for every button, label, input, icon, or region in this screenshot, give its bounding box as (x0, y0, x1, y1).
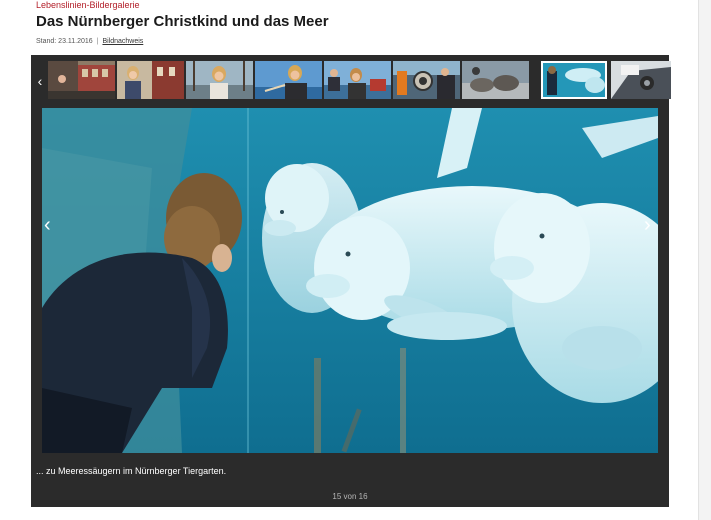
thumbnail-image (462, 61, 529, 99)
thumbnail-image (48, 61, 115, 99)
thumbnail-5[interactable] (324, 61, 391, 99)
chevron-left-icon: ‹ (44, 214, 51, 236)
thumbnail-3[interactable] (186, 61, 253, 99)
gallery-next-button[interactable]: › (644, 215, 651, 235)
publish-date: Stand: 23.11.2016 (36, 38, 93, 45)
thumbnail-7[interactable] (462, 61, 529, 99)
image-caption: ... zu Meeressäugern im Nürnberger Tierg… (36, 466, 227, 476)
thumbnail-image (611, 61, 671, 99)
gallery-main-image[interactable] (42, 108, 658, 453)
image-credits-link[interactable]: Bildnachweis (102, 38, 143, 45)
page-scrollbar[interactable] (698, 0, 711, 520)
chevron-left-icon: ‹ (37, 73, 43, 89)
thumbnail-image (324, 61, 391, 99)
thumbnail-2[interactable] (117, 61, 184, 99)
main-photo (42, 108, 658, 453)
chevron-right-icon: › (644, 214, 651, 236)
thumbnail-image (255, 61, 322, 99)
thumbnail-image (541, 61, 607, 99)
meta-separator: | (96, 38, 99, 45)
gallery-prev-button[interactable]: ‹ (44, 215, 51, 235)
thumbnail-image (117, 61, 184, 99)
thumbnail-image (393, 61, 460, 99)
thumbnail-6[interactable] (393, 61, 460, 99)
thumbnail-prev-button[interactable]: ‹ (34, 71, 46, 91)
thumbnail-image (186, 61, 253, 99)
thumbnail-active[interactable] (541, 61, 607, 99)
article-meta: Stand: 23.11.2016 | Bildnachweis (36, 38, 143, 45)
thumbnail-1[interactable] (48, 61, 115, 99)
thumbnail-4[interactable] (255, 61, 322, 99)
gallery-kicker: Lebenslinien-Bildergalerie (36, 0, 140, 10)
image-counter: 15 von 16 (332, 492, 368, 501)
thumbnail-9[interactable] (611, 61, 671, 99)
image-gallery: ‹ ... zu Meeressäugern im Nürnberger Tie… (31, 55, 671, 507)
page-title: Das Nürnberger Christkind und das Meer (36, 13, 329, 30)
thumbnail-strip: ‹ (31, 59, 671, 103)
